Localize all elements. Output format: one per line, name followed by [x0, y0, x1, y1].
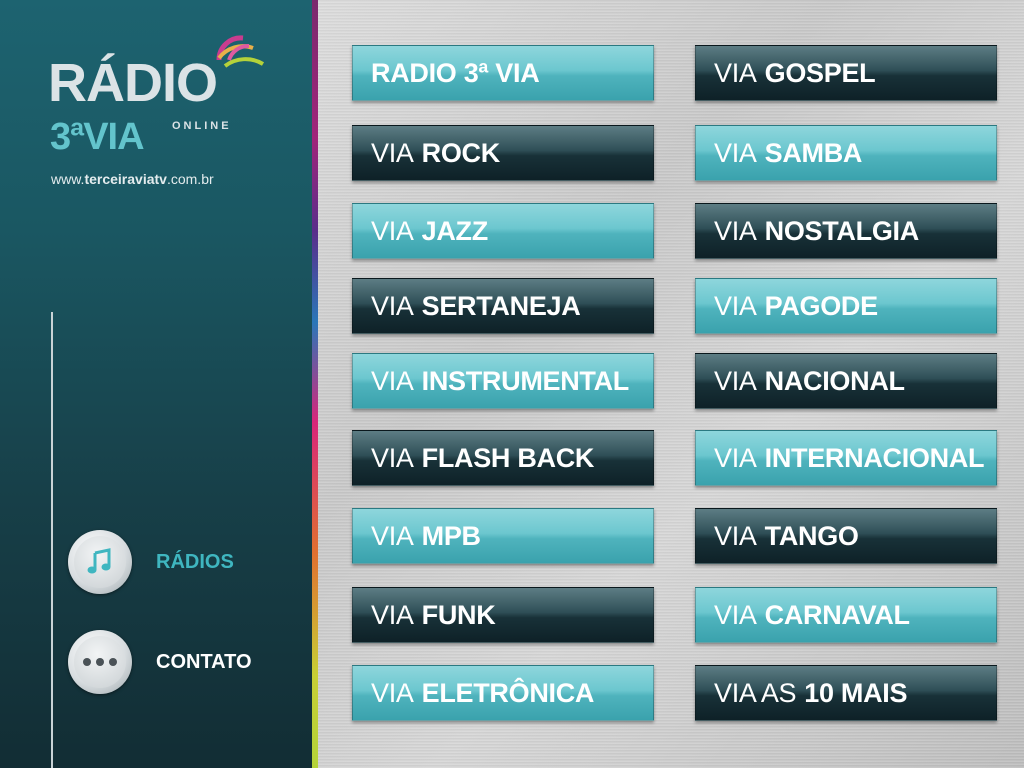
station-button-radio-3-via[interactable]: RADIO 3ª VIA	[352, 45, 654, 101]
station-button-sertaneja[interactable]: VIA SERTANEJA	[352, 278, 654, 334]
website-link[interactable]: www.terceiraviatv.com.br	[51, 171, 214, 187]
station-name: ROCK	[421, 137, 501, 168]
station-name: FUNK	[421, 599, 496, 630]
station-name: SAMBA	[764, 137, 863, 168]
station-prefix: VIA	[714, 442, 757, 473]
logo-subtitle: 3ªVIA	[50, 116, 145, 158]
station-button-nostalgia[interactable]: VIA NOSTALGIA	[695, 203, 997, 259]
station-prefix: VIA	[371, 215, 414, 246]
station-prefix: VIA AS	[714, 677, 797, 708]
station-button-nacional[interactable]: VIA NACIONAL	[695, 353, 997, 409]
broadcast-waves-icon	[216, 35, 265, 68]
station-prefix: VIA	[371, 677, 414, 708]
station-button-10-mais[interactable]: VIA AS 10 MAIS	[695, 665, 997, 721]
station-prefix: VIA	[371, 365, 414, 396]
url-prefix: www.	[51, 171, 85, 187]
sidebar: RÁDIO 3ªVIA ONLINE www.terceiraviatv.com…	[0, 0, 312, 768]
station-name: INTERNACIONAL	[764, 442, 985, 473]
station-button-eletr-nica[interactable]: VIA ELETRÔNICA	[352, 665, 654, 721]
station-button-flash-back[interactable]: VIA FLASH BACK	[352, 430, 654, 486]
station-name: FLASH BACK	[421, 442, 595, 473]
station-name: SERTANEJA	[421, 290, 581, 321]
station-button-tango[interactable]: VIA TANGO	[695, 508, 997, 564]
station-prefix: VIA	[714, 290, 757, 321]
nav-contato-label[interactable]: CONTATO	[156, 651, 252, 674]
nav-contato[interactable]: CONTATO	[68, 630, 252, 694]
radios-button[interactable]	[68, 530, 132, 594]
station-name: GOSPEL	[764, 57, 876, 88]
more-dots-icon	[83, 658, 117, 666]
station-prefix: VIA	[714, 57, 757, 88]
station-prefix: VIA	[371, 137, 414, 168]
station-button-carnaval[interactable]: VIA CARNAVAL	[695, 587, 997, 643]
station-prefix: VIA	[714, 365, 757, 396]
station-button-jazz[interactable]: VIA JAZZ	[352, 203, 654, 259]
station-button-funk[interactable]: VIA FUNK	[352, 587, 654, 643]
station-prefix: VIA	[714, 215, 757, 246]
station-button-pagode[interactable]: VIA PAGODE	[695, 278, 997, 334]
station-name: MPB	[421, 520, 481, 551]
station-button-gospel[interactable]: VIA GOSPEL	[695, 45, 997, 101]
station-prefix: VIA	[371, 599, 414, 630]
station-prefix: VIA	[714, 599, 757, 630]
nav-radios[interactable]: RÁDIOS	[68, 530, 234, 594]
logo-tag: ONLINE	[172, 120, 232, 132]
sidebar-divider	[51, 312, 53, 768]
station-prefix: VIA	[371, 442, 414, 473]
station-name: JAZZ	[421, 215, 489, 246]
station-prefix: VIA	[714, 137, 757, 168]
station-name: ELETRÔNICA	[421, 677, 595, 708]
station-name: 10 MAIS	[804, 677, 908, 708]
url-suffix: .com.br	[166, 171, 214, 187]
contato-button[interactable]	[68, 630, 132, 694]
station-prefix: VIA	[714, 520, 757, 551]
station-name: TANGO	[764, 520, 859, 551]
station-button-mpb[interactable]: VIA MPB	[352, 508, 654, 564]
station-name: PAGODE	[764, 290, 879, 321]
station-button-instrumental[interactable]: VIA INSTRUMENTAL	[352, 353, 654, 409]
station-button-rock[interactable]: VIA ROCK	[352, 125, 654, 181]
station-name: CARNAVAL	[764, 599, 910, 630]
logo-title: RÁDIO	[48, 53, 218, 113]
music-note-icon	[87, 548, 111, 574]
url-brand: terceiraviatv	[84, 171, 167, 187]
nav-radios-label[interactable]: RÁDIOS	[156, 551, 234, 574]
station-prefix: VIA	[371, 520, 414, 551]
station-button-internacional[interactable]: VIA INTERNACIONAL	[695, 430, 997, 486]
station-prefix: VIA	[371, 290, 414, 321]
station-name: NOSTALGIA	[764, 215, 920, 246]
station-name: NACIONAL	[764, 365, 905, 396]
radio-3via-logo[interactable]: RÁDIO 3ªVIA ONLINE	[48, 35, 278, 166]
station-name: RADIO 3ª VIA	[371, 57, 540, 88]
station-name: INSTRUMENTAL	[421, 365, 630, 396]
station-button-samba[interactable]: VIA SAMBA	[695, 125, 997, 181]
